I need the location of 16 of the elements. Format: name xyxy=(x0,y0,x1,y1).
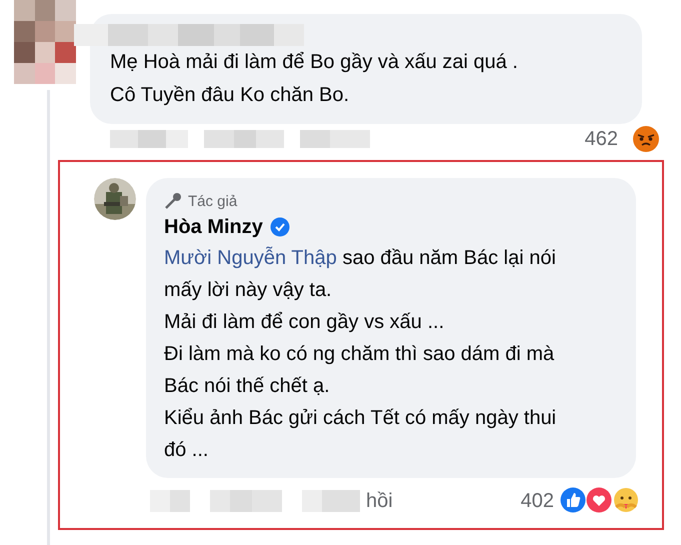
reaction-count[interactable]: 462 xyxy=(584,128,618,150)
comment-text: Cô Tuyền đâu Ko chăn Bo. xyxy=(110,83,350,108)
angry-face-icon xyxy=(632,125,660,153)
action-text: hồi xyxy=(366,490,393,512)
reply-text: Mải đi làm để con gầy vs xấu ... xyxy=(164,310,446,335)
reply-text: Đi làm mà ko có ng chăm thì sao dám đi mà Bác nói thế chết ạ. xyxy=(164,342,556,399)
reply-text: Kiểu ảnh Bác gửi cách Tết có mấy ngày thui đó ... xyxy=(164,406,558,463)
author-name[interactable]: Hòa Minzy xyxy=(164,216,263,238)
thumbs-up-icon xyxy=(560,487,586,513)
reaction-count[interactable]: 402 xyxy=(520,490,554,512)
author-label: Tác giả xyxy=(188,192,238,210)
reply-text: Mười Nguyễn Thập sao đầu năm Bác lại nói mấy lời này vậy ta. xyxy=(164,246,557,303)
microphone-icon xyxy=(164,192,182,210)
comment-text: Mẹ Hoà mải đi làm để Bo gầy và xấu zai quá . xyxy=(110,50,519,75)
mention-link[interactable]: Mười Nguyễn Thập xyxy=(164,247,337,269)
hugging-face-icon xyxy=(612,487,640,515)
